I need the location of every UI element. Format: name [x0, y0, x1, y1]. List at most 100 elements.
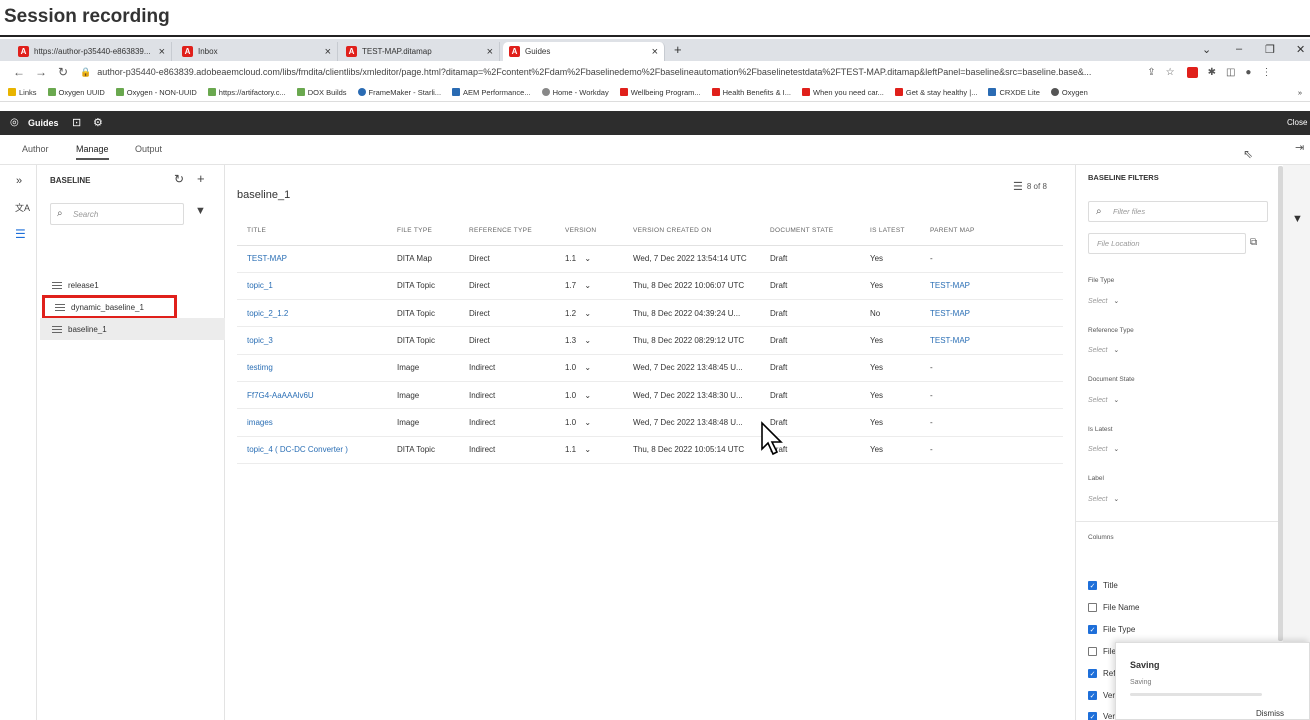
- column-checkbox-version[interactable]: ✓ Ver: [1088, 691, 1115, 700]
- back-icon[interactable]: ←: [8, 65, 30, 79]
- title-link[interactable]: Ff7G4-AaAAAlv6U: [237, 381, 387, 410]
- close-button[interactable]: Close: [1287, 118, 1307, 127]
- version-select[interactable]: 1.0 ⌄: [555, 381, 623, 410]
- table-row[interactable]: topic_2_1.2 DITA Topic Direct 1.2 ⌄ Thu,…: [237, 299, 1063, 328]
- column-header[interactable]: TITLE: [237, 217, 387, 246]
- title-link[interactable]: topic_3: [237, 326, 387, 355]
- checkbox[interactable]: ✓: [1088, 581, 1097, 590]
- column-header[interactable]: DOCUMENT STATE: [760, 217, 860, 246]
- checkbox[interactable]: [1088, 603, 1097, 612]
- new-tab-icon[interactable]: +: [674, 42, 682, 57]
- title-link[interactable]: topic_4 ( DC-DC Converter ): [237, 436, 387, 464]
- version-select[interactable]: 1.0 ⌄: [555, 408, 623, 437]
- version-select[interactable]: 1.3 ⌄: [555, 326, 623, 355]
- bookmark[interactable]: FrameMaker - Starli...: [357, 88, 441, 97]
- table-row[interactable]: topic_3 DITA Topic Direct 1.3 ⌄ Thu, 8 D…: [237, 326, 1063, 355]
- close-tab-icon[interactable]: ×: [487, 46, 493, 58]
- close-tab-icon[interactable]: ×: [159, 46, 165, 58]
- expand-icon[interactable]: »: [16, 175, 22, 187]
- browser-tab[interactable]: A TEST-MAP.ditamap ×: [340, 42, 500, 61]
- version-select[interactable]: 1.2 ⌄: [555, 299, 623, 328]
- tab-manage[interactable]: Manage: [76, 144, 109, 160]
- browse-location-icon[interactable]: ⧉: [1250, 237, 1257, 248]
- parent-map-link[interactable]: TEST-MAP: [920, 299, 1063, 328]
- checkbox[interactable]: [1088, 647, 1097, 656]
- parent-map-link[interactable]: TEST-MAP: [920, 272, 1063, 301]
- bookmark[interactable]: CRXDE Lite: [988, 88, 1040, 97]
- dismiss-button[interactable]: Dismiss: [1256, 709, 1284, 718]
- bookmark[interactable]: Health Benefits & I...: [711, 88, 791, 97]
- column-checkbox-file-type[interactable]: ✓ File Type: [1088, 625, 1135, 634]
- baseline-item-dynamic-baseline-1[interactable]: dynamic_baseline_1: [42, 295, 177, 319]
- table-row[interactable]: TEST-MAP DITA Map Direct 1.1 ⌄ Wed, 7 De…: [237, 245, 1063, 273]
- exit-icon[interactable]: ⇥: [1295, 141, 1304, 154]
- profile-icon[interactable]: ●: [1245, 67, 1251, 78]
- column-header[interactable]: PARENT MAP: [920, 217, 1063, 246]
- search-input[interactable]: ⌕ Search: [50, 203, 184, 225]
- checkbox[interactable]: ✓: [1088, 712, 1097, 720]
- more-bookmarks-icon[interactable]: »: [1298, 88, 1302, 97]
- column-header[interactable]: VERSION: [555, 217, 623, 246]
- tab-output[interactable]: Output: [135, 144, 162, 154]
- column-header[interactable]: FILE TYPE: [387, 217, 459, 246]
- share-icon[interactable]: ⇪: [1147, 67, 1155, 78]
- browser-tab-active[interactable]: A Guides ×: [503, 42, 665, 61]
- tab-author[interactable]: Author: [22, 144, 49, 154]
- restore-icon[interactable]: ❐: [1265, 43, 1275, 56]
- bookmark[interactable]: Links: [8, 88, 37, 97]
- version-select[interactable]: 1.0 ⌄: [555, 354, 623, 382]
- bookmark[interactable]: DOX Builds: [296, 88, 347, 97]
- table-row[interactable]: topic_1 DITA Topic Direct 1.7 ⌄ Thu, 8 D…: [237, 272, 1063, 301]
- chevron-down-icon[interactable]: ⌄: [1202, 43, 1211, 56]
- bookmark[interactable]: https://artifactory.c...: [207, 88, 286, 97]
- refresh-icon[interactable]: ↻: [174, 172, 184, 186]
- bookmark[interactable]: When you need car...: [802, 88, 884, 97]
- table-row[interactable]: images Image Indirect 1.0 ⌄ Wed, 7 Dec 2…: [237, 408, 1063, 437]
- column-checkbox-title[interactable]: ✓ Title: [1088, 581, 1118, 590]
- minimize-icon[interactable]: –: [1236, 43, 1242, 55]
- is-latest-select[interactable]: Select ⌄: [1088, 445, 1119, 453]
- reference-type-select[interactable]: Select ⌄: [1088, 346, 1119, 354]
- bookmark[interactable]: Home - Workday: [541, 88, 609, 97]
- version-select[interactable]: 1.7 ⌄: [555, 272, 623, 301]
- table-row[interactable]: testimg Image Indirect 1.0 ⌄ Wed, 7 Dec …: [237, 354, 1063, 382]
- close-tab-icon[interactable]: ×: [652, 46, 658, 58]
- gear-icon[interactable]: ⚙: [93, 116, 103, 129]
- browser-tab[interactable]: A https://author-p35440-e863839... ×: [12, 42, 172, 61]
- table-row[interactable]: Ff7G4-AaAAAlv6U Image Indirect 1.0 ⌄ Wed…: [237, 381, 1063, 410]
- add-icon[interactable]: +: [197, 171, 205, 186]
- bookmark[interactable]: Oxygen UUID: [47, 88, 105, 97]
- star-icon[interactable]: ☆: [1166, 67, 1175, 78]
- filter-files-input[interactable]: ⌕ Filter files: [1088, 201, 1268, 222]
- reload-icon[interactable]: ↻: [52, 65, 74, 79]
- checkbox[interactable]: ✓: [1088, 625, 1097, 634]
- label-select[interactable]: Select ⌄: [1088, 495, 1119, 503]
- sidebar-icon[interactable]: ◫: [1226, 67, 1235, 78]
- close-tab-icon[interactable]: ×: [325, 46, 331, 58]
- menu-icon[interactable]: ⋮: [1261, 67, 1271, 78]
- baseline-icon[interactable]: ☰: [15, 227, 26, 241]
- bookmark[interactable]: AEM Performance...: [452, 88, 531, 97]
- file-location-input[interactable]: File Location: [1088, 233, 1246, 254]
- column-checkbox-file-name[interactable]: File Name: [1088, 603, 1139, 612]
- translate-icon[interactable]: 文A: [15, 201, 30, 214]
- column-header[interactable]: IS LATEST: [860, 217, 920, 246]
- bookmark[interactable]: Oxygen: [1050, 88, 1088, 97]
- column-header[interactable]: REFERENCE TYPE: [459, 217, 555, 246]
- bookmark[interactable]: Get & stay healthy |...: [894, 88, 977, 97]
- close-window-icon[interactable]: ✕: [1296, 43, 1305, 56]
- baseline-item-release1[interactable]: release1: [40, 274, 225, 296]
- filter-icon[interactable]: ▼: [195, 205, 206, 217]
- bookmark[interactable]: Oxygen - NON-UUID: [115, 88, 197, 97]
- column-header[interactable]: VERSION CREATED ON: [623, 217, 760, 246]
- title-link[interactable]: images: [237, 408, 387, 437]
- acrobat-extension-icon[interactable]: [1186, 66, 1198, 78]
- version-select[interactable]: 1.1 ⌄: [555, 245, 623, 273]
- browser-tab[interactable]: A Inbox ×: [176, 42, 338, 61]
- extensions-icon[interactable]: ✱: [1208, 67, 1216, 78]
- title-link[interactable]: TEST-MAP: [237, 245, 387, 273]
- dashboard-icon[interactable]: ⊡: [72, 116, 81, 129]
- title-link[interactable]: topic_1: [237, 272, 387, 301]
- checkbox[interactable]: ✓: [1088, 669, 1097, 678]
- file-type-select[interactable]: Select ⌄: [1088, 297, 1119, 305]
